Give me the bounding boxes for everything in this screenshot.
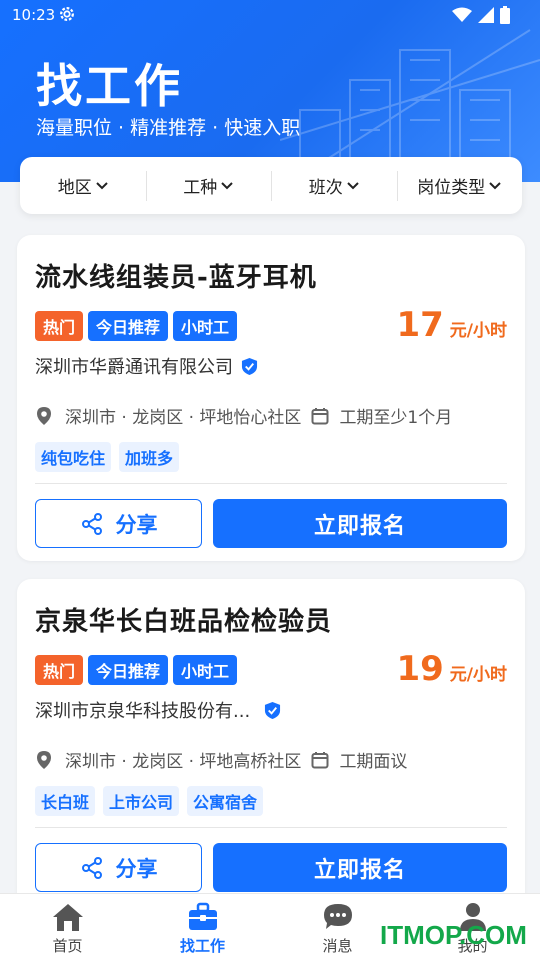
settings-gear-icon bbox=[60, 7, 74, 21]
share-label: 分享 bbox=[115, 512, 158, 537]
period-text: 工期面议 bbox=[339, 752, 408, 772]
location-pin-icon bbox=[37, 750, 51, 769]
salary-unit: 元/小时 bbox=[449, 321, 507, 341]
divider bbox=[35, 827, 507, 828]
wifi-icon bbox=[452, 7, 472, 22]
header-banner: 10:23 找工作 海量职位 · 精准推荐 · 快速入职 bbox=[0, 0, 540, 182]
page-title: 找工作 bbox=[36, 59, 183, 113]
job-tag: 公寓宿舍 bbox=[187, 786, 264, 816]
share-icon bbox=[81, 512, 102, 535]
job-tag: 上市公司 bbox=[103, 786, 180, 816]
filter-bar: 地区 工种 班次 岗位类型 bbox=[20, 157, 522, 214]
share-icon bbox=[81, 856, 102, 879]
company-label: 深圳市京泉华科技股份有... bbox=[35, 701, 251, 722]
share-button[interactable]: 分享 bbox=[35, 499, 202, 548]
hot-badge: 热门 bbox=[35, 311, 84, 341]
tag-row: 长白班 上市公司 公寓宿舍 bbox=[35, 786, 264, 816]
job-card[interactable]: 流水线组装员-蓝牙耳机 热门 今日推荐 小时工 17 元/小时 深圳市华爵通讯有… bbox=[17, 235, 525, 561]
nav-label: 找工作 bbox=[179, 937, 225, 955]
job-title: 京泉华长白班品检检验员 bbox=[35, 607, 333, 637]
chevron-down-icon bbox=[96, 181, 108, 189]
calendar-icon bbox=[311, 751, 329, 768]
battery-icon bbox=[500, 6, 510, 24]
divider bbox=[35, 483, 507, 484]
message-icon bbox=[323, 904, 352, 929]
status-icons bbox=[452, 6, 510, 24]
chevron-down-icon bbox=[489, 181, 501, 189]
salary-amount: 19 bbox=[396, 649, 444, 689]
verified-shield-icon bbox=[265, 701, 281, 719]
filter-label: 地区 bbox=[57, 178, 92, 198]
filter-shift[interactable]: 班次 bbox=[271, 170, 397, 201]
job-card[interactable]: 京泉华长白班品检检验员 热门 今日推荐 小时工 19 元/小时 深圳市京泉华科技… bbox=[17, 579, 525, 909]
filter-job-type[interactable]: 岗位类型 bbox=[396, 170, 523, 201]
calendar-icon bbox=[311, 407, 329, 424]
nav-home[interactable]: 首页 bbox=[0, 894, 135, 960]
badge-row: 热门 今日推荐 小时工 bbox=[35, 655, 238, 685]
nav-label: 消息 bbox=[322, 937, 353, 955]
briefcase-icon bbox=[188, 902, 217, 930]
location-text: 深圳市 · 龙岗区 · 坪地怡心社区 bbox=[65, 408, 302, 428]
job-tag: 长白班 bbox=[35, 786, 96, 816]
company-name[interactable]: 深圳市京泉华科技股份有... bbox=[35, 697, 281, 723]
status-bar: 10:23 bbox=[0, 0, 540, 30]
apply-button[interactable]: 立即报名 bbox=[213, 499, 507, 548]
filter-trade[interactable]: 工种 bbox=[145, 170, 272, 201]
chevron-down-icon bbox=[347, 181, 359, 189]
location-pin-icon bbox=[37, 406, 51, 425]
job-tag: 纯包吃住 bbox=[35, 442, 112, 472]
hourly-badge: 小时工 bbox=[173, 655, 238, 685]
hourly-badge: 小时工 bbox=[173, 311, 238, 341]
badge-row: 热门 今日推荐 小时工 bbox=[35, 311, 238, 341]
home-icon bbox=[52, 904, 83, 931]
city-skyline-decoration bbox=[280, 29, 540, 180]
page-subtitle: 海量职位 · 精准推荐 · 快速入职 bbox=[36, 117, 301, 139]
share-button[interactable]: 分享 bbox=[35, 843, 202, 892]
site-watermark: ITMOP.COM bbox=[380, 920, 527, 950]
company-label: 深圳市华爵通讯有限公司 bbox=[35, 357, 233, 378]
job-tag: 加班多 bbox=[119, 442, 180, 472]
job-title: 流水线组装员-蓝牙耳机 bbox=[35, 263, 317, 293]
signal-icon bbox=[478, 7, 494, 23]
salary-unit: 元/小时 bbox=[449, 665, 507, 685]
tag-row: 纯包吃住 加班多 bbox=[35, 442, 180, 472]
salary: 19 元/小时 bbox=[396, 649, 507, 689]
job-meta: 深圳市 · 龙岗区 · 坪地怡心社区 工期至少1个月 bbox=[35, 403, 452, 428]
recommend-badge: 今日推荐 bbox=[88, 655, 169, 685]
salary: 17 元/小时 bbox=[396, 305, 507, 345]
recommend-badge: 今日推荐 bbox=[88, 311, 169, 341]
hot-badge: 热门 bbox=[35, 655, 84, 685]
company-name[interactable]: 深圳市华爵通讯有限公司 bbox=[35, 353, 258, 379]
nav-find-job[interactable]: 找工作 bbox=[135, 894, 270, 960]
nav-label: 首页 bbox=[52, 937, 83, 955]
filter-region[interactable]: 地区 bbox=[20, 171, 146, 201]
period-text: 工期至少1个月 bbox=[339, 408, 453, 428]
filter-label: 班次 bbox=[308, 178, 343, 198]
verified-shield-icon bbox=[241, 357, 258, 375]
salary-amount: 17 bbox=[396, 305, 444, 345]
location-text: 深圳市 · 龙岗区 · 坪地高桥社区 bbox=[65, 752, 302, 772]
share-label: 分享 bbox=[115, 856, 158, 881]
filter-label: 工种 bbox=[183, 178, 218, 198]
chevron-down-icon bbox=[221, 181, 233, 189]
apply-button[interactable]: 立即报名 bbox=[213, 843, 507, 892]
job-meta: 深圳市 · 龙岗区 · 坪地高桥社区 工期面议 bbox=[35, 747, 407, 772]
status-time: 10:23 bbox=[12, 6, 56, 24]
filter-label: 岗位类型 bbox=[417, 178, 486, 198]
